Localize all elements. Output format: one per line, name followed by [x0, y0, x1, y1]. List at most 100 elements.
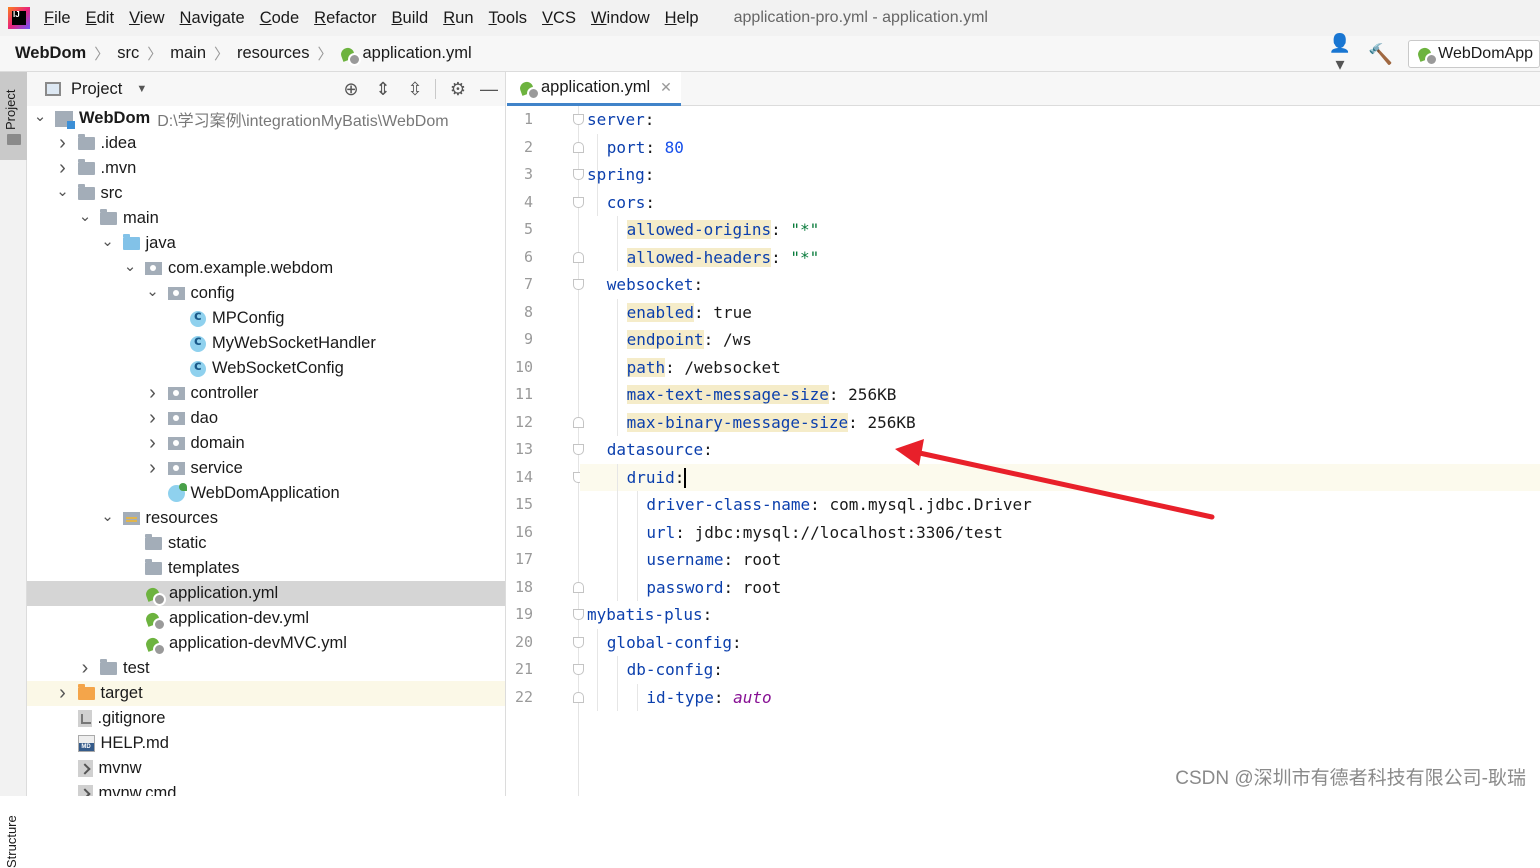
- menu-file[interactable]: File: [44, 9, 71, 28]
- tree-item-config[interactable]: ⌄config: [27, 281, 506, 306]
- tree-item-mywebsockethandler[interactable]: ›MyWebSocketHandler: [27, 331, 506, 356]
- breadcrumb-item-webdom[interactable]: WebDom: [15, 44, 86, 63]
- code-line[interactable]: mybatis-plus:: [580, 601, 1540, 629]
- run-configuration-select[interactable]: WebDomApp: [1408, 40, 1540, 68]
- code-line[interactable]: username: root: [580, 546, 1540, 574]
- user-account-icon[interactable]: 👤▾: [1326, 33, 1354, 75]
- code-line[interactable]: port: 80: [580, 134, 1540, 162]
- tree-item-mvnw[interactable]: ›mvnw: [27, 756, 506, 781]
- tree-item-target[interactable]: ›target: [27, 681, 506, 706]
- chevron-right-icon[interactable]: ›: [146, 382, 160, 405]
- tree-item-com-example-webdom[interactable]: ⌄com.example.webdom: [27, 256, 506, 281]
- tree-item-application-dev-yml[interactable]: ›application-dev.yml: [27, 606, 506, 631]
- tree-item-gitignore[interactable]: ›.gitignore: [27, 706, 506, 731]
- close-icon[interactable]: ✕: [660, 79, 672, 96]
- yaml-colon: :: [694, 303, 704, 322]
- code-line[interactable]: allowed-headers: "*": [580, 244, 1540, 272]
- chevron-down-icon[interactable]: ⌄: [56, 182, 70, 200]
- tree-item-idea[interactable]: ›.idea: [27, 131, 506, 156]
- code-line[interactable]: id-type: auto: [580, 684, 1540, 712]
- menu-code[interactable]: Code: [260, 9, 299, 28]
- code-line[interactable]: druid:: [580, 464, 1540, 492]
- chevron-down-icon[interactable]: ⌄: [101, 507, 115, 525]
- chevron-right-icon[interactable]: ›: [56, 132, 70, 155]
- tree-item-application-yml[interactable]: ›application.yml: [27, 581, 506, 606]
- code-line[interactable]: path: /websocket: [580, 354, 1540, 382]
- code-line[interactable]: datasource:: [580, 436, 1540, 464]
- code-content[interactable]: server:port: 80spring:cors:allowed-origi…: [580, 106, 1540, 796]
- tree-item-webdomapplication[interactable]: ›WebDomApplication: [27, 481, 506, 506]
- tab-application-yml[interactable]: application.yml ✕: [507, 72, 681, 106]
- code-line[interactable]: max-binary-message-size: 256KB: [580, 409, 1540, 437]
- menu-tools[interactable]: Tools: [489, 9, 528, 28]
- menu-navigate[interactable]: Navigate: [180, 9, 245, 28]
- chevron-right-icon[interactable]: ›: [146, 457, 160, 480]
- tree-item-templates[interactable]: ›templates: [27, 556, 506, 581]
- build-hammer-icon[interactable]: 🔨: [1368, 42, 1396, 67]
- tree-item-help-md[interactable]: ›HELP.md: [27, 731, 506, 756]
- line-number: 6: [507, 248, 533, 266]
- breadcrumb-item-src[interactable]: src: [117, 44, 139, 63]
- yml-icon: [145, 586, 163, 602]
- tree-item-resources[interactable]: ⌄resources: [27, 506, 506, 531]
- menu-refactor[interactable]: Refactor: [314, 9, 376, 28]
- menu-help[interactable]: Help: [665, 9, 699, 28]
- menu-edit[interactable]: Edit: [86, 9, 114, 28]
- code-line[interactable]: password: root: [580, 574, 1540, 602]
- code-line[interactable]: max-text-message-size: 256KB: [580, 381, 1540, 409]
- chevron-down-icon[interactable]: ⌄: [33, 107, 47, 125]
- tree-item-dao[interactable]: ›dao: [27, 406, 506, 431]
- code-line[interactable]: db-config:: [580, 656, 1540, 684]
- tree-item-mvnw-cmd[interactable]: ›mvnw.cmd: [27, 781, 506, 796]
- tree-item-webdom[interactable]: ⌄WebDomD:\学习案例\integrationMyBatis\WebDom: [27, 106, 506, 131]
- code-line[interactable]: websocket:: [580, 271, 1540, 299]
- code-line[interactable]: cors:: [580, 189, 1540, 217]
- chevron-right-icon[interactable]: ›: [146, 432, 160, 455]
- menu-window[interactable]: Window: [591, 9, 650, 28]
- locate-file-crosshair-icon[interactable]: ⊕: [340, 78, 362, 100]
- gear-icon[interactable]: ⚙: [447, 78, 469, 100]
- code-line[interactable]: spring:: [580, 161, 1540, 189]
- minimize-icon[interactable]: —: [478, 78, 500, 100]
- chevron-down-icon[interactable]: ⌄: [101, 232, 115, 250]
- tree-item-static[interactable]: ›static: [27, 531, 506, 556]
- tree-item-controller[interactable]: ›controller: [27, 381, 506, 406]
- menu-run[interactable]: Run: [443, 9, 473, 28]
- tree-item-src[interactable]: ⌄src: [27, 181, 506, 206]
- menu-vcs[interactable]: VCS: [542, 9, 576, 28]
- tree-item-domain[interactable]: ›domain: [27, 431, 506, 456]
- breadcrumb-item-resources[interactable]: resources: [237, 44, 309, 63]
- code-line[interactable]: global-config:: [580, 629, 1540, 657]
- chevron-right-icon[interactable]: ›: [78, 657, 92, 680]
- code-line[interactable]: driver-class-name: com.mysql.jdbc.Driver: [580, 491, 1540, 519]
- chevron-right-icon[interactable]: ›: [146, 407, 160, 430]
- code-line[interactable]: endpoint: /ws: [580, 326, 1540, 354]
- project-view-title[interactable]: Project: [71, 80, 122, 99]
- tree-item-java[interactable]: ⌄java: [27, 231, 506, 256]
- tree-item-service[interactable]: ›service: [27, 456, 506, 481]
- project-tool-button[interactable]: Project: [0, 72, 27, 160]
- code-line[interactable]: allowed-origins: "*": [580, 216, 1540, 244]
- code-line[interactable]: enabled: true: [580, 299, 1540, 327]
- chevron-down-icon[interactable]: ⌄: [123, 257, 137, 275]
- chevron-down-icon[interactable]: ⌄: [78, 207, 92, 225]
- menu-build[interactable]: Build: [392, 9, 429, 28]
- tree-item-websocketconfig[interactable]: ›WebSocketConfig: [27, 356, 506, 381]
- tree-item-mvn[interactable]: ›.mvn: [27, 156, 506, 181]
- tree-item-test[interactable]: ›test: [27, 656, 506, 681]
- breadcrumb-item-main[interactable]: main: [170, 44, 206, 63]
- code-line[interactable]: url: jdbc:mysql://localhost:3306/test: [580, 519, 1540, 547]
- chevron-down-icon[interactable]: ▼: [136, 83, 147, 95]
- expand-all-icon[interactable]: ⇕: [372, 78, 394, 100]
- tree-item-application-devmvc-yml[interactable]: ›application-devMVC.yml: [27, 631, 506, 656]
- code-line[interactable]: server:: [580, 106, 1540, 134]
- tree-item-mpconfig[interactable]: ›MPConfig: [27, 306, 506, 331]
- structure-tool-button[interactable]: Structure: [4, 788, 19, 868]
- collapse-all-icon[interactable]: ⇳: [404, 78, 426, 100]
- tree-item-main[interactable]: ⌄main: [27, 206, 506, 231]
- breadcrumb-item-file[interactable]: application.yml: [340, 44, 471, 63]
- chevron-down-icon[interactable]: ⌄: [146, 282, 160, 300]
- menu-view[interactable]: View: [129, 9, 164, 28]
- chevron-right-icon[interactable]: ›: [56, 682, 70, 705]
- chevron-right-icon[interactable]: ›: [56, 157, 70, 180]
